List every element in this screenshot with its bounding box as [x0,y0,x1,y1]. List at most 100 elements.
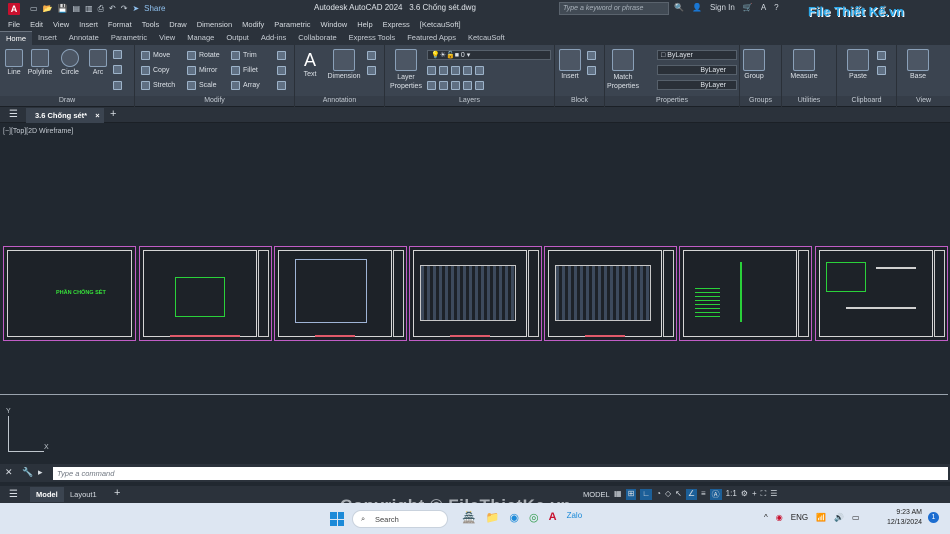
menu-tools[interactable]: Tools [137,20,165,29]
table-icon[interactable] [367,66,376,75]
lineweight-dropdown[interactable]: ByLayer [657,80,737,90]
taskbar-search[interactable]: ⌕ Search [352,510,448,528]
tab-home[interactable]: Home [0,31,33,45]
base-view-tool[interactable]: Base [905,49,931,80]
explode-icon[interactable] [277,66,286,75]
tab-express-tools[interactable]: Express Tools [343,31,402,45]
paste-tool[interactable]: Paste [845,49,871,80]
share-button[interactable]: Share [144,4,165,13]
command-history-icon[interactable]: ▸ [38,467,43,478]
widgets-icon[interactable]: 🏯 [462,511,476,524]
move-button[interactable]: Move [141,51,170,60]
annotation-panel-label[interactable]: Annotation [295,96,384,106]
tab-ketcausoft[interactable]: KetcauSoft [462,31,511,45]
battery-icon[interactable]: ▭ [852,513,860,522]
search-icon[interactable]: 🔍 [674,3,684,12]
windows-start-icon[interactable] [330,512,344,526]
gradient-icon[interactable] [113,81,122,90]
cut-icon[interactable] [877,51,886,60]
stretch-button[interactable]: Stretch [141,81,175,90]
fullscreen-icon[interactable]: ⛶ [761,489,767,500]
menu-format[interactable]: Format [103,20,137,29]
mirror-button[interactable]: Mirror [187,66,217,75]
lineweight-icon[interactable]: ≡ [701,489,706,500]
line-tool[interactable]: Line [4,49,24,76]
insert-block-tool[interactable]: Insert [557,49,583,80]
otrack-icon[interactable]: ∠ [685,489,697,500]
language-indicator[interactable]: ENG [791,513,808,522]
open-file-icon[interactable]: 📂 [43,4,53,13]
drawing-sheet-7[interactable] [815,246,948,341]
workspace-gear-icon[interactable]: ⚙ [741,489,748,500]
file-explorer-icon[interactable]: 📁 [486,511,500,524]
wifi-icon[interactable]: 📶 [816,513,826,522]
start-menu-icon[interactable]: ☰ [9,109,18,120]
menu-help[interactable]: Help [352,20,377,29]
annotation-visibility-icon[interactable]: Ⓐ [709,489,722,500]
autocad-app-icon[interactable]: A [8,2,20,15]
help-icon[interactable]: ? [774,3,778,12]
tab-model[interactable]: Model [30,487,64,502]
circle-tool[interactable]: Circle [58,49,82,76]
save-as-icon[interactable]: ▤ [73,4,81,13]
layer-dropdown[interactable]: 💡☀🔓■ 0 ▾ [427,50,551,60]
save-icon[interactable]: 💾 [58,4,68,13]
draw-panel-label[interactable]: Draw [0,96,134,106]
layers-panel-label[interactable]: Layers [385,96,554,106]
offset-icon[interactable] [277,81,286,90]
menu-express[interactable]: Express [378,20,415,29]
status-toggles[interactable]: ▦ ⊞ ∟ ◔ ◇ ↖ ∠ ≡ Ⓐ 1:1 ⚙ + ⛶ ☰ [614,489,777,500]
notification-badge[interactable]: 1 [928,512,939,523]
arc-tool[interactable]: Arc [88,49,108,76]
dimension-tool[interactable]: Dimension [325,49,363,80]
text-tool[interactable]: A Text [299,49,321,78]
match-properties-tool[interactable]: Match Properties [607,49,639,91]
ortho-icon[interactable]: ∟ [640,489,653,500]
tab-featured-apps[interactable]: Featured Apps [401,31,462,45]
layer-properties-tool[interactable]: Layer Properties [389,49,423,91]
user-icon[interactable]: 👤 [692,3,702,12]
menu-view[interactable]: View [48,20,74,29]
isodraft-icon[interactable]: ◇ [665,489,671,500]
grid-icon[interactable]: ▦ [614,489,622,500]
create-block-icon[interactable] [587,51,596,60]
edge-icon[interactable]: ◉ [509,511,519,524]
close-command-icon[interactable]: ✕ [5,467,13,478]
drawing-sheet-4[interactable] [409,246,542,341]
properties-panel-label[interactable]: Properties [605,96,739,106]
help-search-input[interactable]: Type a keyword or phrase [559,2,669,15]
customize-icon[interactable]: 🔧 [22,467,33,478]
copy-clip-icon[interactable] [877,66,886,75]
file-tab-active[interactable]: 3.6 Chống sét* × [26,108,104,123]
polyline-tool[interactable]: Polyline [26,49,54,76]
zalo-icon[interactable]: Zalo [567,511,583,524]
block-panel-label[interactable]: Block [555,96,604,106]
tab-add-ins[interactable]: Add-ins [255,31,292,45]
volume-icon[interactable]: 🔊 [834,513,844,522]
save-web-icon[interactable]: ▥ [85,4,93,13]
chrome-icon[interactable]: ◎ [529,511,539,524]
color-dropdown[interactable]: □ ByLayer [657,50,737,60]
fillet-button[interactable]: Fillet [231,66,258,75]
drawing-sheet-6[interactable] [679,246,812,341]
print-icon[interactable]: ⎙ [98,4,104,14]
menu-window[interactable]: Window [316,20,353,29]
menu-file[interactable]: File [3,20,25,29]
tray-app-icon[interactable]: ◉ [776,513,783,522]
menu-draw[interactable]: Draw [164,20,192,29]
menu-modify[interactable]: Modify [237,20,269,29]
command-input[interactable]: Type a command [53,467,948,480]
array-button[interactable]: Array [231,81,260,90]
trim-button[interactable]: Trim [231,51,257,60]
layer-tools-row1[interactable] [427,66,484,75]
measure-tool[interactable]: Measure [788,49,820,80]
tab-view[interactable]: View [153,31,181,45]
tab-collaborate[interactable]: Collaborate [292,31,342,45]
drawing-canvas[interactable]: [−][Top][2D Wireframe] PHẦN CHỐNG SÉT Y … [0,123,950,461]
menu-insert[interactable]: Insert [74,20,103,29]
viewport-controls[interactable]: [−][Top][2D Wireframe] [3,128,73,135]
clipboard-panel-label[interactable]: Clipboard [837,96,896,106]
tab-annotate[interactable]: Annotate [63,31,105,45]
copy-button[interactable]: Copy [141,66,169,75]
edit-block-icon[interactable] [587,66,596,75]
